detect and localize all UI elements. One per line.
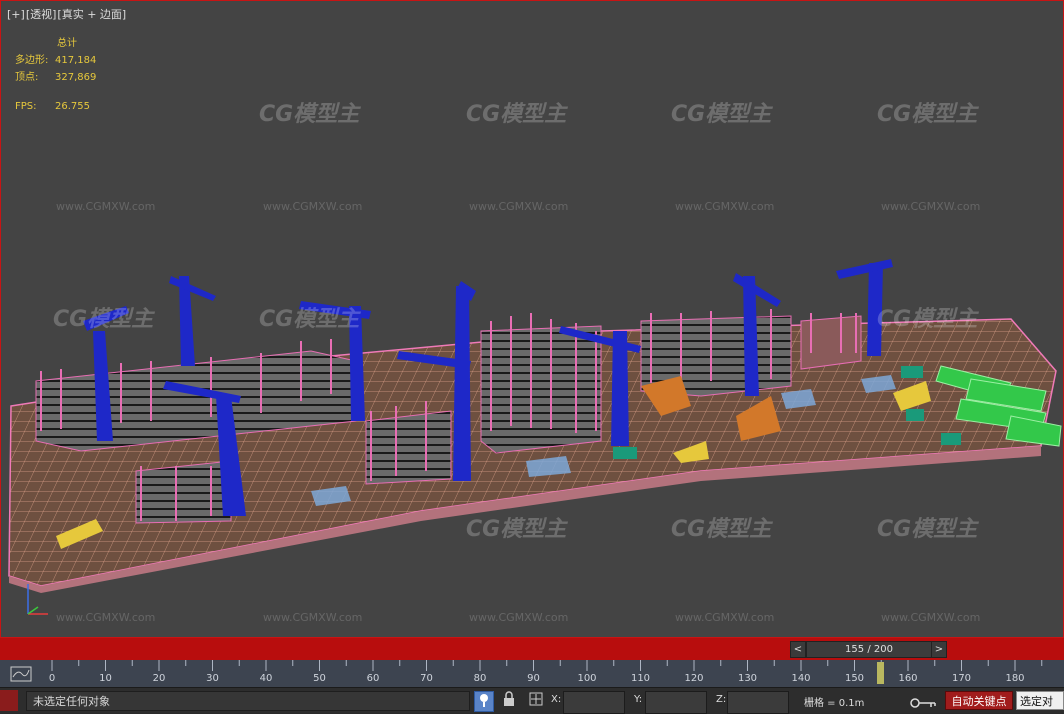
watermark-logo: CG模型主: [877, 307, 978, 332]
watermark-logo: CG模型主: [466, 102, 567, 127]
watermark-logo: CG模型主: [877, 517, 978, 542]
ruler-tick-label: 20: [152, 673, 166, 684]
ruler-tick-label: 120: [684, 673, 704, 684]
frame-counter[interactable]: 155 / 200: [806, 641, 932, 658]
watermark-url: www.CGMXW.com: [56, 200, 156, 213]
status-bar: 未选定任何对象 X: Y: Z: 栅格 = 0.1m 自动关键点 选定对: [0, 687, 1064, 714]
time-slider-thumb[interactable]: [877, 662, 884, 684]
y-coordinate-field[interactable]: [645, 691, 707, 714]
watermark-url: www.CGMXW.com: [675, 611, 775, 624]
ruler-tick-label: 160: [898, 673, 918, 684]
watermark-url: www.CGMXW.com: [881, 200, 981, 213]
watermark-url: www.CGMXW.com: [881, 611, 981, 624]
ruler-tick-label: 110: [630, 673, 651, 684]
ruler-tick-label: 30: [206, 673, 219, 684]
viewport-perspective[interactable]: [+][透视][真实 + 边面] 总计 多边形: 417,184 顶点: 327,8…: [0, 0, 1064, 638]
x-label: X:: [551, 694, 562, 705]
watermark-logo: CG模型主: [671, 102, 772, 127]
watermark-url: www.CGMXW.com: [56, 611, 156, 624]
ruler-tick-label: 150: [844, 673, 865, 684]
watermark-url: www.CGMXW.com: [469, 611, 569, 624]
ruler-tick-label: 10: [99, 673, 112, 684]
ruler-tick-label: 90: [527, 673, 540, 684]
selection-status: 未选定任何对象: [26, 691, 470, 711]
set-key-icon[interactable]: [908, 693, 938, 709]
z-coordinate-field[interactable]: [727, 691, 789, 714]
watermark-url: www.CGMXW.com: [263, 611, 363, 624]
absolute-mode-icon[interactable]: [527, 691, 545, 710]
ruler-tick-label: 60: [366, 673, 380, 684]
watermark-logo: CG模型主: [466, 517, 567, 542]
watermark-logo: CG模型主: [671, 517, 772, 542]
selected-set-dropdown[interactable]: 选定对: [1016, 691, 1064, 710]
watermark-url: www.CGMXW.com: [263, 200, 363, 213]
watermark-logo: CG模型主: [259, 307, 360, 332]
ruler-tick-label: 50: [313, 673, 326, 684]
axis-gizmo-icon: [27, 584, 48, 615]
ruler-tick-label: 170: [951, 673, 972, 684]
ruler-tick-label: 40: [259, 673, 273, 684]
watermark-logo: CG模型主: [53, 307, 154, 332]
watermark-logo: CG模型主: [259, 102, 360, 127]
ruler-tick-label: 100: [577, 673, 597, 684]
ruler-tick-label: 70: [420, 673, 433, 684]
y-label: Y:: [634, 694, 643, 705]
next-frame-button[interactable]: >: [931, 641, 947, 658]
curve-editor-icon[interactable]: [10, 665, 32, 683]
isolate-pin-icon[interactable]: [474, 691, 494, 712]
time-slider[interactable]: < 155 / 200 >: [0, 638, 1064, 660]
maxscript-listener-button[interactable]: [0, 690, 18, 711]
selection-lock-icon[interactable]: [500, 691, 518, 710]
ruler-tick-label: 140: [791, 673, 811, 684]
ruler-tick-label: 80: [473, 673, 487, 684]
watermark-url: www.CGMXW.com: [469, 200, 569, 213]
ruler-tick-label: 130: [737, 673, 758, 684]
grid-size: 栅格 = 0.1m: [804, 698, 865, 709]
prev-frame-button[interactable]: <: [790, 641, 806, 658]
ruler-tick-label: 180: [1005, 673, 1025, 684]
watermark-logo: CG模型主: [877, 102, 978, 127]
auto-key-button[interactable]: 自动关键点: [945, 691, 1013, 710]
watermark-url: www.CGMXW.com: [675, 200, 775, 213]
x-coordinate-field[interactable]: [563, 691, 625, 714]
ruler-tick-label: 0: [48, 673, 56, 684]
z-label: Z:: [716, 694, 727, 705]
